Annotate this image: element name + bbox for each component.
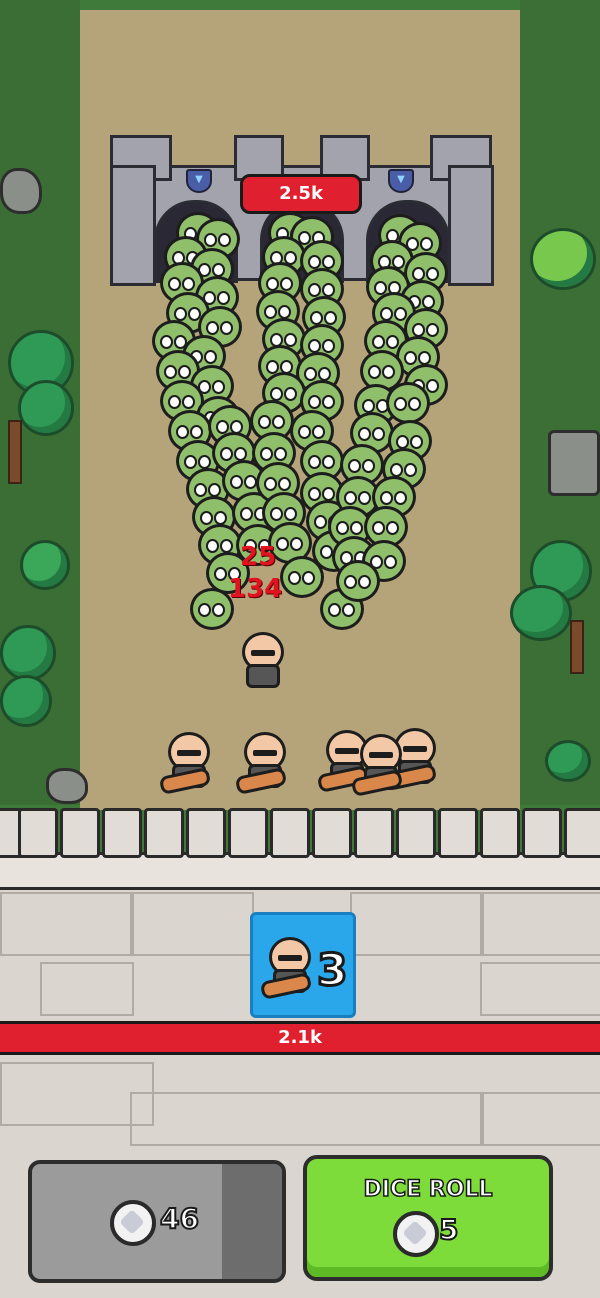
warrior-icon: [259, 937, 313, 1001]
warrior-unit: [158, 732, 212, 796]
warrior-unit-card[interactable]: 3: [250, 912, 356, 1018]
player-wall-hp-bar: 2.1k: [0, 1021, 600, 1055]
warrior-unit: [350, 734, 404, 798]
bush-icon: [545, 740, 591, 782]
warrior-unit: [234, 732, 288, 796]
dice-roll-cost: 5: [438, 1212, 460, 1247]
coin-amount: 46: [159, 1201, 200, 1236]
dice-roll-button[interactable]: DICE ROLL 5: [303, 1155, 553, 1281]
warrior-unit: [238, 632, 284, 690]
dice-roll-label: DICE ROLL: [363, 1176, 493, 1203]
dice-coin-icon: [393, 1211, 439, 1257]
unit-count: 3: [316, 944, 350, 998]
goblin-horde: [0, 0, 600, 700]
wall-battlements: [0, 808, 600, 858]
damage-popup: 25: [240, 542, 277, 572]
rock-icon: [46, 768, 88, 804]
damage-popup: 134: [228, 574, 283, 604]
dice-coin-icon: [110, 1200, 156, 1246]
coin-balance-panel: 46: [28, 1160, 286, 1283]
